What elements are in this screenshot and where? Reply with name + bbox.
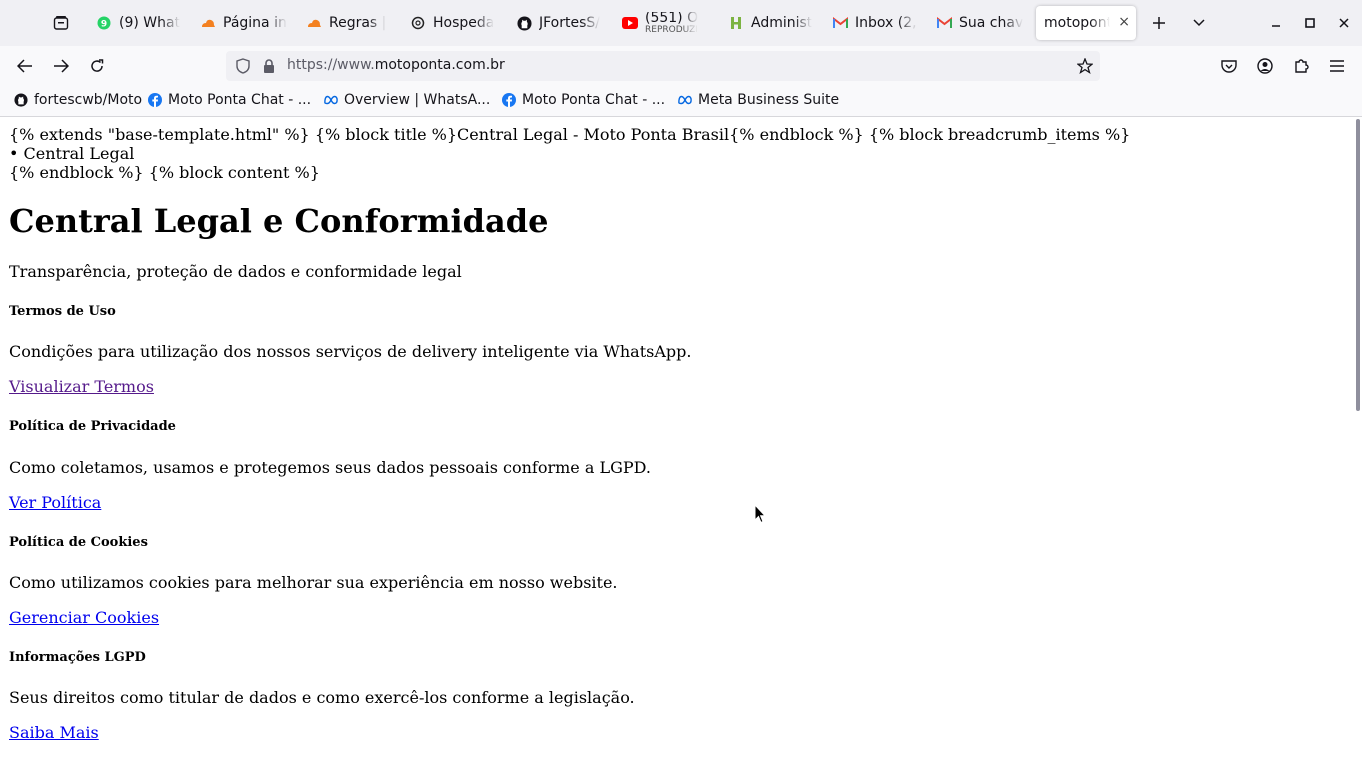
forward-arrow-icon[interactable] xyxy=(50,55,72,77)
tab-label: Sua chav xyxy=(959,15,1024,31)
tab-sublabel: REPRODUZI xyxy=(645,24,698,35)
navigation-toolbar: https://www.motoponta.com.br xyxy=(0,46,1362,86)
gmail-icon xyxy=(936,15,952,31)
facebook-icon xyxy=(502,93,516,107)
vertical-scrollbar[interactable] xyxy=(1354,117,1362,770)
tab-label-wrap: (551) O REPRODUZI xyxy=(645,12,698,35)
tab-hospedagem[interactable]: Hospeda xyxy=(410,6,500,40)
tab-github[interactable]: JFortesS/ xyxy=(516,6,606,40)
new-tab-icon[interactable] xyxy=(1148,12,1170,34)
mouse-pointer-icon xyxy=(754,503,767,528)
firefox-view-icon[interactable] xyxy=(50,12,72,34)
tab-label: motoponta xyxy=(1044,15,1110,31)
tab-motoponta-active[interactable]: motoponta × xyxy=(1036,6,1136,40)
gmail-icon xyxy=(832,15,848,31)
tab-administ[interactable]: Administ xyxy=(728,6,816,40)
page-title: Central Legal e Conformidade xyxy=(9,202,549,240)
tab-sua-chave[interactable]: Sua chav xyxy=(936,6,1026,40)
tab-label: Página in xyxy=(223,15,287,31)
meta-icon xyxy=(324,93,338,107)
cloudflare-icon xyxy=(200,15,216,31)
youtube-icon xyxy=(622,15,638,31)
bookmarks-toolbar: fortescwb/Moto Moto Ponta Chat - ... Ove… xyxy=(0,86,1362,117)
bookmark-label: Moto Ponta Chat - ... xyxy=(522,92,666,108)
template-raw-line-3: {% endblock %} {% block content %} xyxy=(9,163,320,182)
tab-bar: 9 (9) What Página in Regras | Hospeda JF… xyxy=(0,0,1362,46)
page-content: {% extends "base-template.html" %} {% bl… xyxy=(0,117,1354,770)
hamburger-menu-icon[interactable] xyxy=(1326,55,1348,77)
list-tabs-chevron-down-icon[interactable] xyxy=(1188,12,1210,34)
bookmark-meta-business-suite[interactable]: Meta Business Suite xyxy=(678,92,839,108)
github-icon xyxy=(516,15,532,31)
bookmark-label: Overview | WhatsA... xyxy=(344,92,491,108)
view-terms-link[interactable]: Visualizar Termos xyxy=(9,377,154,397)
tab-label: Administ xyxy=(751,15,813,31)
tab-inbox[interactable]: Inbox (2, xyxy=(832,6,920,40)
learn-more-link[interactable]: Saiba Mais xyxy=(9,723,99,743)
url-prefix: https://www. xyxy=(287,57,375,73)
minimize-icon[interactable] xyxy=(1266,12,1286,34)
section-heading-termos: Termos de Uso xyxy=(9,304,116,319)
bookmark-label: Meta Business Suite xyxy=(698,92,840,108)
page-subtitle: Transparência, proteção de dados e confo… xyxy=(9,262,462,281)
section-heading-lgpd: Informações LGPD xyxy=(9,650,146,665)
bookmark-label: fortescwb/Moto xyxy=(34,92,143,108)
url-domain: motoponta.com.br xyxy=(374,57,505,73)
bookmark-overview-whatsapp[interactable]: Overview | WhatsA... xyxy=(324,92,490,108)
maximize-icon[interactable] xyxy=(1300,12,1320,34)
meta-icon xyxy=(678,93,692,107)
github-icon xyxy=(14,93,28,107)
tab-regras[interactable]: Regras | xyxy=(306,6,396,40)
section-text-termos: Condições para utilização dos nossos ser… xyxy=(9,342,692,361)
section-text-cookies: Como utilizamos cookies para melhorar su… xyxy=(9,573,618,592)
svg-text:9: 9 xyxy=(101,20,107,30)
bookmark-star-icon[interactable] xyxy=(1074,55,1096,77)
back-arrow-icon[interactable] xyxy=(14,55,36,77)
hostinger-icon xyxy=(728,15,744,31)
url-text[interactable]: https://www.motoponta.com.br xyxy=(287,57,505,73)
view-privacy-policy-link[interactable]: Ver Política xyxy=(9,493,101,513)
section-text-lgpd: Seus direitos como titular de dados e co… xyxy=(9,688,635,707)
template-raw-line-1: {% extends "base-template.html" %} {% bl… xyxy=(9,125,1131,144)
openai-icon xyxy=(410,15,426,31)
bookmark-label: Moto Ponta Chat - ... xyxy=(168,92,312,108)
manage-cookies-link[interactable]: Gerenciar Cookies xyxy=(9,608,159,628)
tab-label: Inbox (2, xyxy=(855,15,917,31)
scrollbar-thumb[interactable] xyxy=(1356,119,1360,411)
pocket-icon[interactable] xyxy=(1218,55,1240,77)
close-window-icon[interactable] xyxy=(1334,12,1354,34)
tab-youtube[interactable]: (551) O REPRODUZI xyxy=(622,6,710,40)
address-bar[interactable]: https://www.motoponta.com.br xyxy=(226,51,1100,81)
facebook-icon xyxy=(148,93,162,107)
tab-label: Hospeda xyxy=(433,15,495,31)
lock-icon[interactable] xyxy=(258,55,280,77)
tab-label: JFortesS/ xyxy=(539,15,601,31)
close-tab-icon[interactable]: × xyxy=(1118,14,1130,30)
cloudflare-icon xyxy=(306,15,322,31)
tab-label: (9) What xyxy=(119,15,181,31)
tracking-protection-shield-icon[interactable] xyxy=(232,55,254,77)
section-text-privacidade: Como coletamos, usamos e protegemos seus… xyxy=(9,458,651,477)
tab-label: Regras | xyxy=(329,15,387,31)
extensions-puzzle-icon[interactable] xyxy=(1290,55,1312,77)
bookmark-moto-ponta-chat-1[interactable]: Moto Ponta Chat - ... xyxy=(148,92,311,108)
whatsapp-icon: 9 xyxy=(96,15,112,31)
reload-icon[interactable] xyxy=(86,55,108,77)
breadcrumb-item: • Central Legal xyxy=(9,144,135,163)
bookmark-moto-ponta-chat-2[interactable]: Moto Ponta Chat - ... xyxy=(502,92,665,108)
tab-label: (551) O xyxy=(645,11,699,26)
section-heading-privacidade: Política de Privacidade xyxy=(9,419,176,434)
tab-whatsapp[interactable]: 9 (9) What xyxy=(96,6,188,40)
tab-pagina[interactable]: Página in xyxy=(200,6,292,40)
section-heading-cookies: Política de Cookies xyxy=(9,535,148,550)
bookmark-fortescwb[interactable]: fortescwb/Moto xyxy=(14,92,142,108)
account-icon[interactable] xyxy=(1254,55,1276,77)
